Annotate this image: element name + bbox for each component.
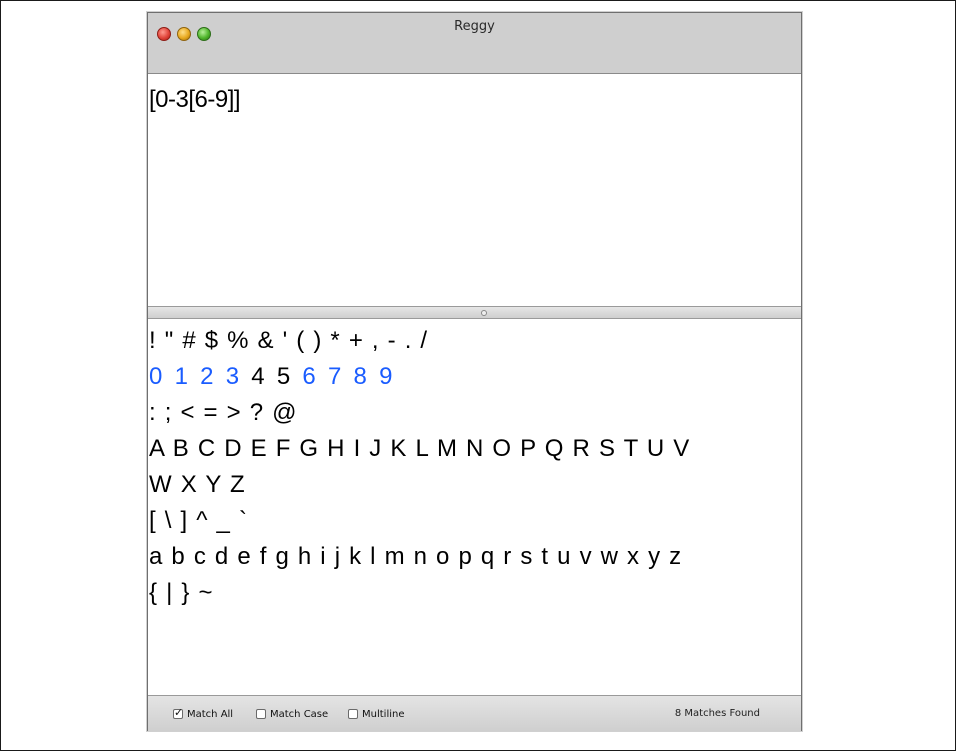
sample-line-symbols: : ; < = > ? @ — [149, 399, 297, 426]
match-count-status: 8 Matches Found — [674, 708, 760, 719]
sample-line-lowercase: a b c d e f g h i j k l m n o p q r s t … — [149, 543, 682, 570]
sample-digit: 9 — [379, 363, 393, 390]
sample-line-brackets: [ \ ] ^ _ ` — [149, 507, 248, 534]
sample-digit: 6 — [302, 363, 316, 390]
splitter-grip-icon[interactable] — [481, 310, 487, 316]
sample-digit: 7 — [327, 363, 342, 390]
sample-line-punctuation: ! " # $ % & ' ( ) * + , - . / — [149, 327, 428, 354]
match-case-label: Match Case — [270, 708, 329, 720]
multiline-option[interactable]: Multiline — [348, 707, 405, 721]
sample-digit: 8 — [353, 363, 368, 390]
multiline-label: Multiline — [362, 708, 405, 720]
match-all-label: Match All — [187, 708, 234, 720]
match-all-checkbox[interactable] — [173, 706, 183, 719]
window-title: Reggy — [454, 19, 495, 34]
sample-digit: 1 — [174, 363, 189, 390]
sample-digit: 2 — [200, 363, 214, 390]
multiline-checkbox[interactable] — [348, 709, 358, 719]
sample-digit: 0 — [149, 363, 163, 390]
sample-digit: 5 — [276, 363, 291, 390]
status-bar: Match All Match Case Multiline 8 Matches… — [148, 695, 801, 731]
sample-line-digits: 0123456789 — [149, 363, 405, 391]
match-case-option[interactable]: Match Case — [256, 707, 328, 721]
sample-digit: 3 — [225, 363, 240, 390]
pane-splitter[interactable] — [148, 306, 801, 319]
match-case-checkbox[interactable] — [256, 709, 266, 719]
sample-line-braces: { | } ~ — [149, 579, 213, 606]
regex-editor[interactable]: [0-3[6-9]] — [148, 74, 801, 306]
sample-text-editor[interactable]: ! " # $ % & ' ( ) * + , - . / 0123456789… — [148, 319, 801, 694]
sample-digit: 4 — [251, 363, 265, 390]
sample-line-uppercase-1: A B C D E F G H I J K L M N O P Q R S T … — [149, 435, 690, 462]
title-bar[interactable]: Reggy — [148, 13, 801, 74]
sample-line-uppercase-2: W X Y Z — [149, 471, 245, 498]
reggy-window: Reggy [0-3[6-9]] ! " # $ % & ' ( ) * + ,… — [147, 12, 802, 731]
match-all-option[interactable]: Match All — [173, 706, 234, 721]
regex-input[interactable]: [0-3[6-9]] — [149, 86, 241, 114]
